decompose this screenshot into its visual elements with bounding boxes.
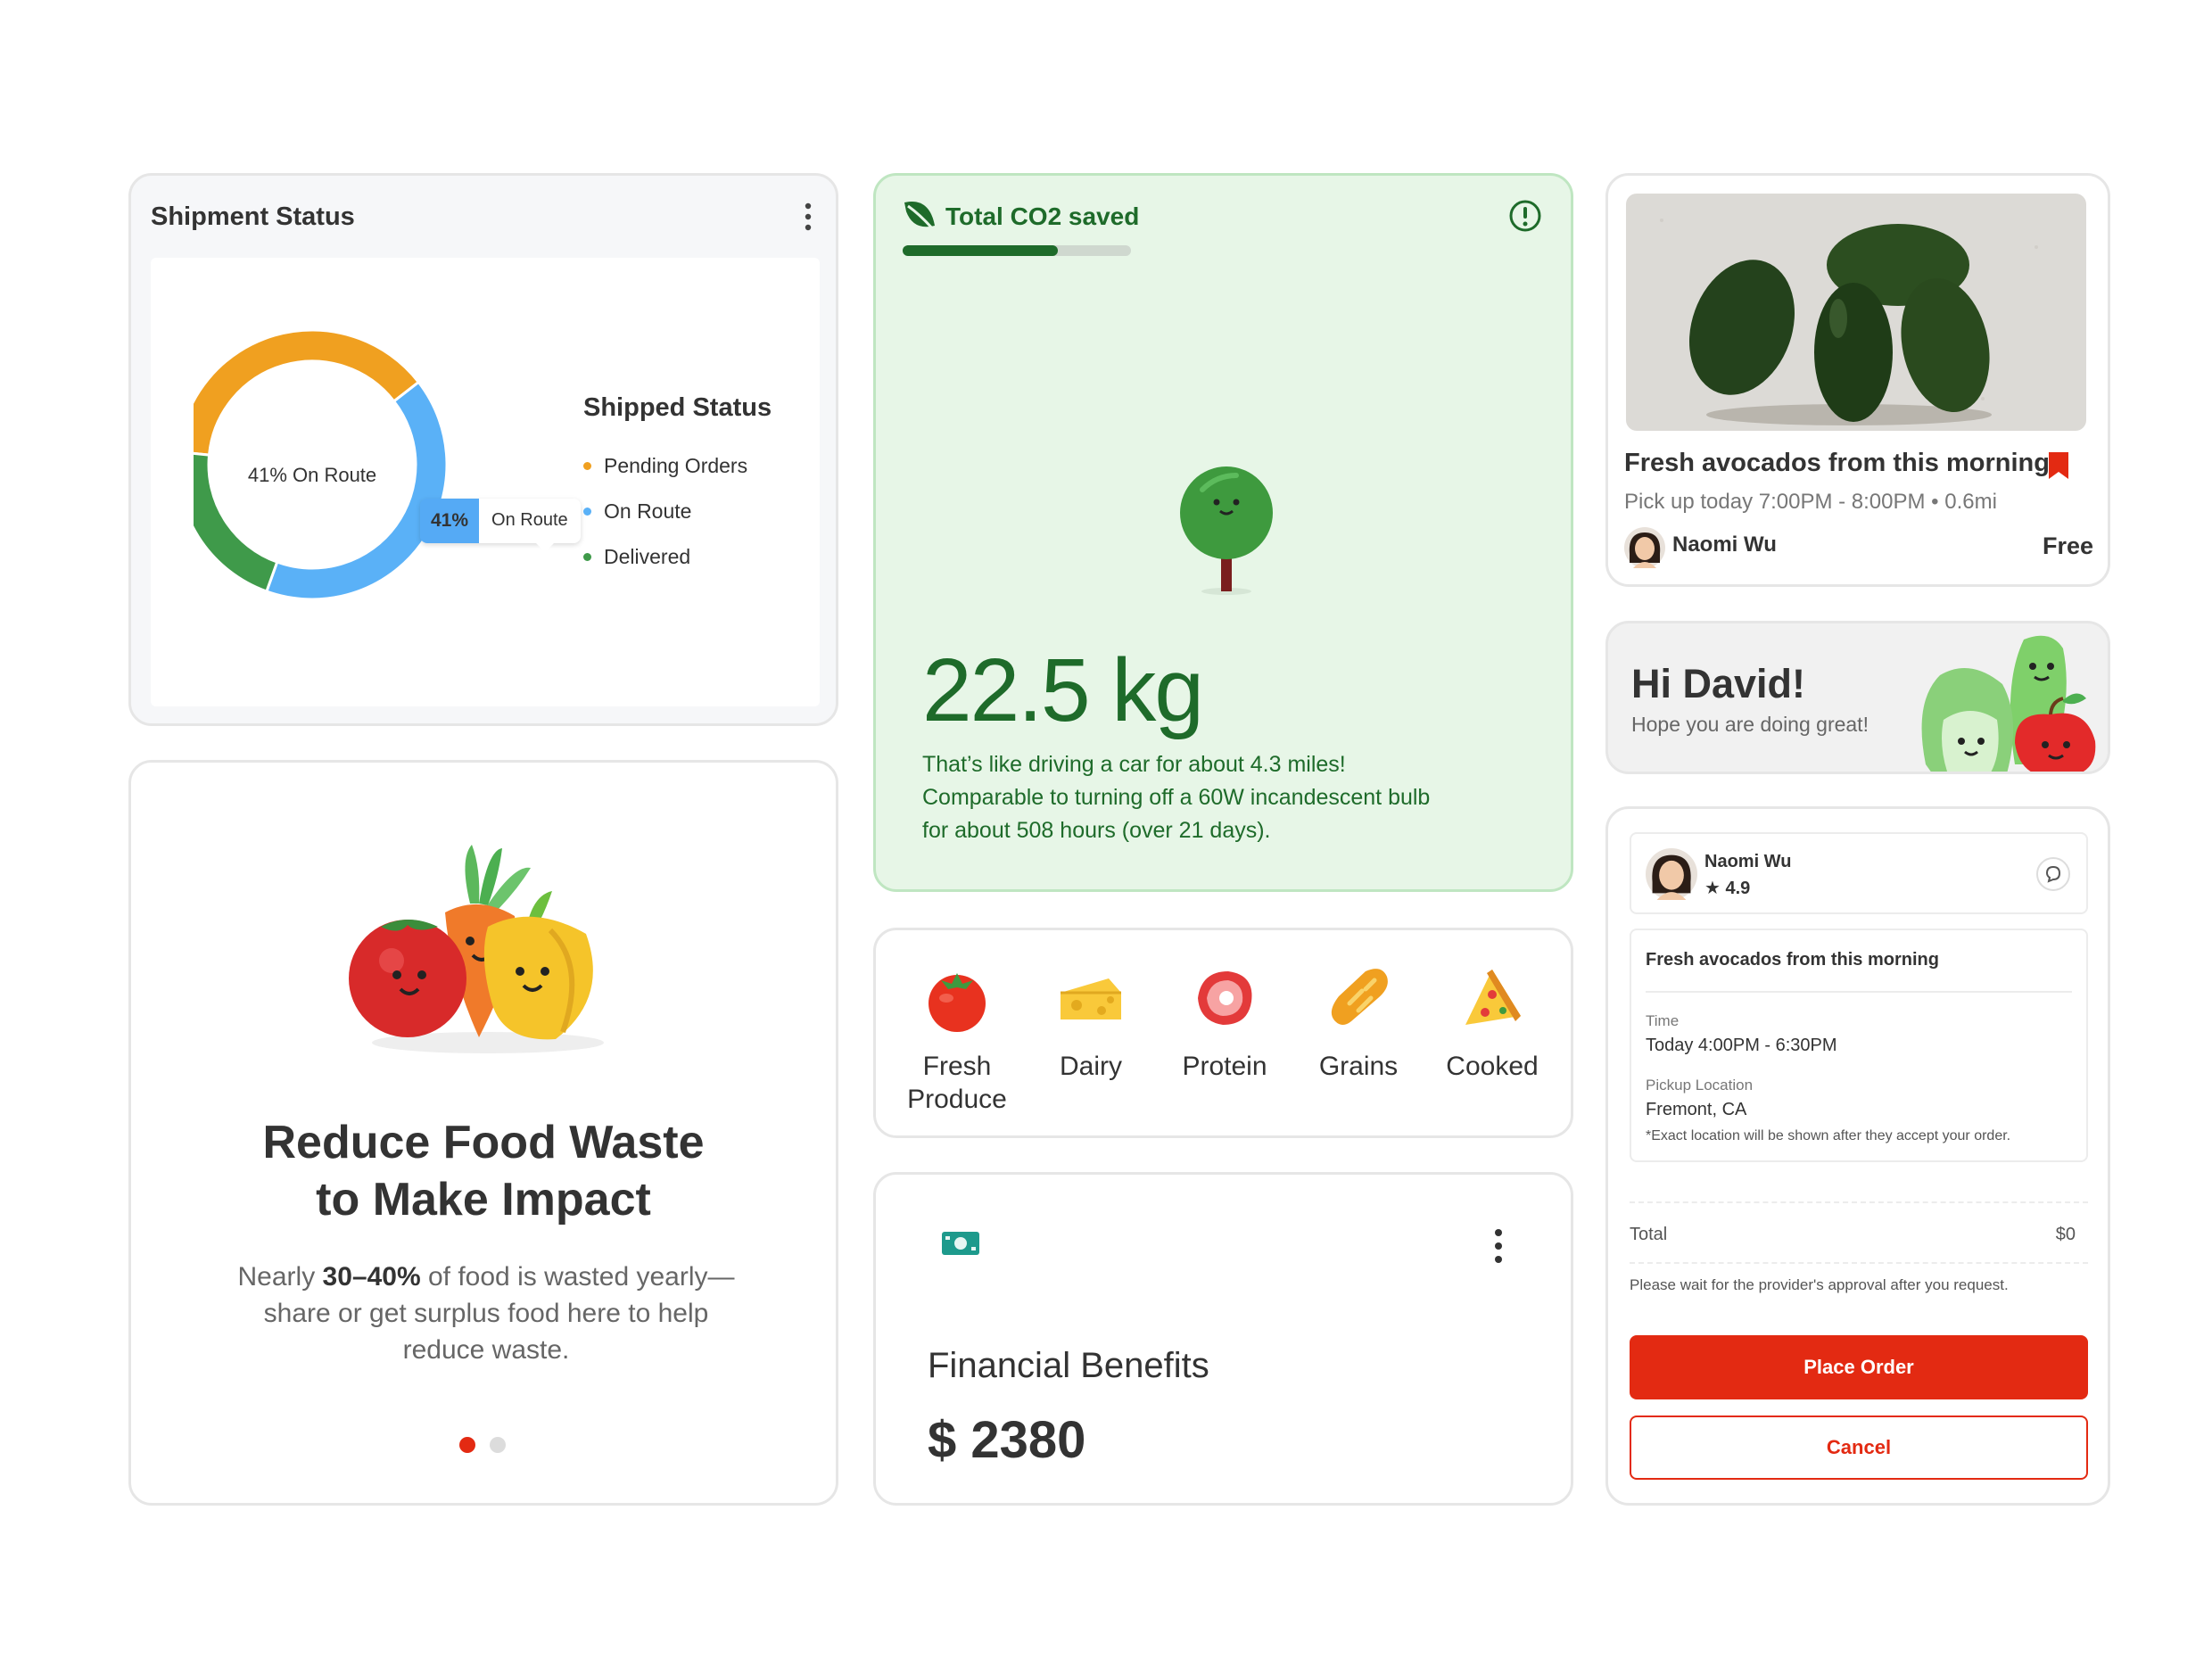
bookmark-icon[interactable]	[2047, 450, 2070, 481]
carousel-dot[interactable]	[490, 1437, 506, 1453]
co2-progress-bar	[903, 245, 1131, 256]
category-grains[interactable]: Grains	[1292, 962, 1425, 1083]
food-categories-card: Fresh Produce Dairy Protein Grains Cooke…	[873, 928, 1573, 1138]
provider-rating: ★ 4.9	[1704, 879, 1751, 898]
time-value: Today 4:00PM - 6:30PM	[1646, 1036, 1837, 1055]
total-label: Total	[1630, 1225, 1668, 1244]
co2-title: Total CO2 saved	[945, 202, 1140, 230]
co2-value: 22.5 kg	[922, 640, 1204, 740]
chat-icon[interactable]	[2036, 857, 2070, 891]
time-label: Time	[1646, 1012, 1680, 1029]
info-icon[interactable]	[1508, 199, 1542, 233]
category-label: Cooked	[1446, 1052, 1539, 1081]
donut-slice-pending-orders[interactable]	[194, 328, 421, 457]
provider-row: Naomi Wu ★ 4.9	[1630, 832, 2088, 914]
headline-line-2: to Make Impact	[316, 1174, 651, 1226]
co2-saved-card: Total CO2 saved 22.5 kg That’s like driv…	[873, 173, 1573, 892]
legend-label: On Route	[604, 499, 692, 523]
category-label: Protein	[1182, 1052, 1267, 1081]
category-fresh-produce[interactable]: Fresh Produce	[890, 962, 1024, 1116]
more-options-icon[interactable]	[804, 202, 813, 231]
shipment-donut-chart: 41% On Route	[194, 328, 449, 601]
shipment-status-title: Shipment Status	[151, 202, 355, 231]
headline-line-1: Reduce Food Waste	[262, 1117, 705, 1168]
category-cooked[interactable]: Cooked	[1425, 962, 1559, 1083]
money-icon	[942, 1232, 979, 1255]
tree-illustration	[1180, 466, 1273, 595]
legend-label: Delivered	[604, 545, 691, 568]
place-order-button[interactable]: Place Order	[1630, 1335, 2088, 1399]
category-protein[interactable]: Protein	[1158, 962, 1292, 1083]
category-label: Fresh Produce	[907, 1052, 1007, 1114]
body-bold: 30–40%	[322, 1262, 421, 1292]
greeting-subtitle: Hope you are doing great!	[1631, 713, 1869, 736]
food-listing-card[interactable]: Fresh avocados from this morning Pick up…	[1605, 173, 2110, 587]
financial-benefits-card: Financial Benefits $ 2380	[873, 1172, 1573, 1506]
legend-item-delivered: Delivered	[583, 545, 690, 569]
greeting-card: Hi David! Hope you are doing great!	[1605, 621, 2110, 774]
meat-icon	[1198, 971, 1252, 1025]
cheese-icon	[1061, 978, 1121, 1019]
shipment-chart-panel: 41% On Route 41% On Route Shipped Status…	[151, 258, 820, 706]
reduce-body-text: Nearly 30–40% of food is wasted yearly—s…	[220, 1259, 752, 1368]
reduce-food-waste-card: Reduce Food Waste to Make Impact Nearly …	[128, 760, 838, 1506]
approval-note: Please wait for the provider's approval …	[1630, 1276, 2009, 1293]
avatar	[1624, 527, 1665, 568]
pizza-icon	[1465, 970, 1521, 1025]
donut-tooltip: 41% On Route	[420, 499, 581, 552]
avocado-photo	[1626, 194, 2086, 431]
legend-label: Pending Orders	[604, 454, 748, 477]
listing-pickup-time: Pick up today 7:00PM - 8:00PM • 0.6mi	[1624, 490, 1997, 514]
donut-center-label: 41% On Route	[248, 464, 376, 486]
donut-slice-on-route[interactable]	[264, 380, 449, 601]
tomato-icon	[929, 973, 986, 1032]
carousel-pagination	[459, 1437, 506, 1453]
order-card: Naomi Wu ★ 4.9 Fresh avocados from this …	[1605, 806, 2110, 1506]
order-item-title: Fresh avocados from this morning	[1646, 950, 1939, 970]
legend-dot	[583, 462, 591, 470]
legend-item-on-route: On Route	[583, 499, 691, 524]
total-value: $0	[2055, 1225, 2076, 1244]
shipment-status-card: Shipment Status 41% On Route 41% On Rout…	[128, 173, 838, 726]
category-label: Dairy	[1059, 1052, 1122, 1081]
body-pre: Nearly	[237, 1262, 323, 1292]
financial-label: Financial Benefits	[928, 1346, 1209, 1385]
more-options-icon[interactable]	[1494, 1228, 1503, 1264]
legend-dot	[583, 508, 591, 516]
co2-progress-fill	[903, 245, 1059, 256]
category-dairy[interactable]: Dairy	[1024, 962, 1158, 1083]
pickup-location-value: Fremont, CA	[1646, 1100, 1747, 1119]
seller-name: Naomi Wu	[1672, 532, 1777, 557]
tooltip-label: On Route	[479, 499, 581, 543]
co2-description-line: That’s like driving a car for about 4.3 …	[922, 752, 1346, 777]
carousel-dot-active[interactable]	[459, 1437, 475, 1453]
vegetables-illustration	[349, 845, 604, 1053]
avatar	[1646, 848, 1697, 900]
co2-description: That’s like driving a car for about 4.3 …	[922, 748, 1547, 847]
greeting-title: Hi David!	[1631, 661, 1806, 706]
listing-title: Fresh avocados from this morning	[1624, 449, 2050, 477]
financial-amount: $ 2380	[928, 1411, 1086, 1469]
bread-icon	[1331, 969, 1388, 1025]
legend-title: Shipped Status	[583, 393, 772, 422]
provider-name: Naomi Wu	[1704, 852, 1792, 871]
pickup-location-label: Pickup Location	[1646, 1077, 1754, 1094]
leaf-icon	[904, 202, 935, 230]
tooltip-percent: 41%	[420, 499, 480, 543]
veggie-characters-illustration	[1921, 635, 2096, 772]
legend-dot	[583, 553, 591, 561]
order-details-box: Fresh avocados from this morning Time To…	[1630, 929, 2088, 1162]
cancel-button[interactable]: Cancel	[1630, 1416, 2088, 1480]
listing-price: Free	[2042, 532, 2093, 559]
category-label: Grains	[1318, 1052, 1399, 1081]
co2-description-line: Comparable to turning off a 60W incandes…	[922, 785, 1431, 810]
co2-description-line: for about 508 hours (over 21 days).	[922, 818, 1271, 843]
reduce-headline: Reduce Food Waste to Make Impact	[131, 1114, 836, 1228]
legend-item-pending: Pending Orders	[583, 454, 747, 478]
location-note: *Exact location will be shown after they…	[1646, 1128, 2011, 1143]
